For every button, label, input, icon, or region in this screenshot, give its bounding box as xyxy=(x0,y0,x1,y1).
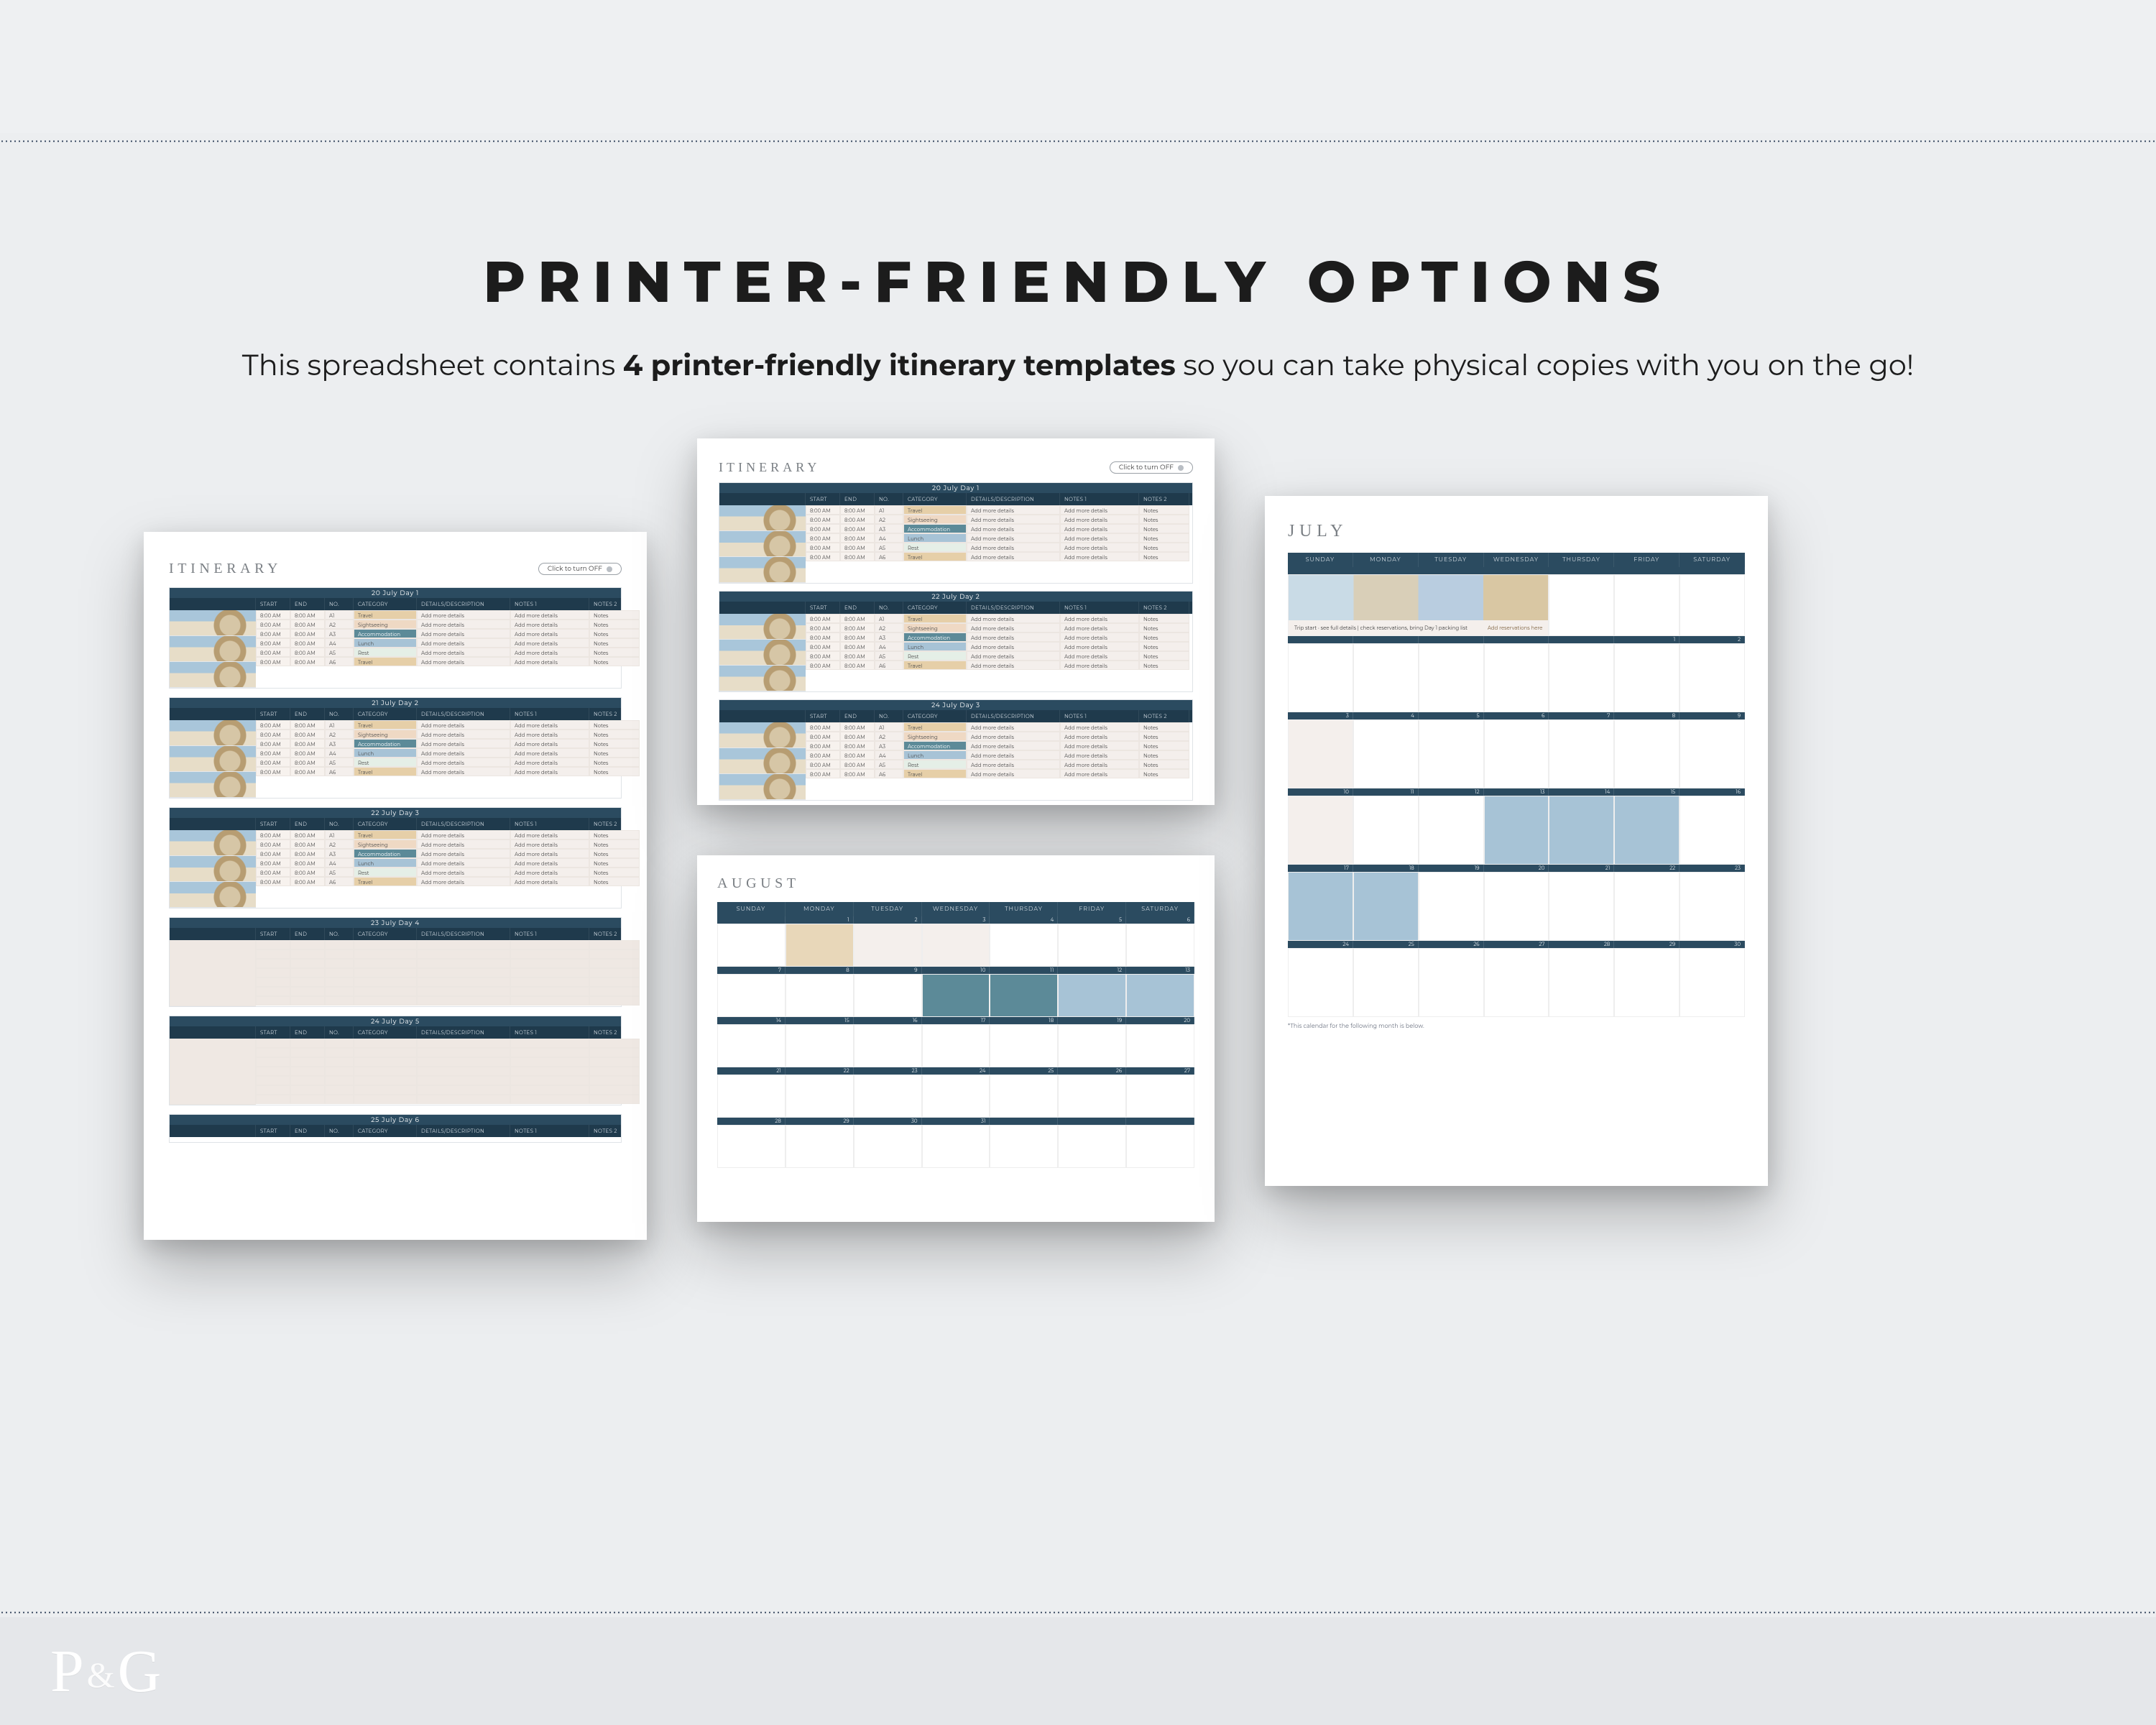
july-hero-row xyxy=(1288,567,1745,574)
itin-block: 22 July Day 3 STARTENDNO.CATEGORYDETAILS… xyxy=(169,807,622,908)
itin-block: 21 July Day 2 STARTENDNO.CATEGORYDETAILS… xyxy=(169,697,622,799)
hero-link[interactable]: Add reservations here xyxy=(1488,625,1543,631)
brand-g: G xyxy=(118,1638,162,1705)
page-calendar-july: JULY SUNDAYMONDAYTUESDAYWEDNESDAYTHURSDA… xyxy=(1265,496,1768,1186)
headline: PRINTER-FRIENDLY OPTIONS xyxy=(0,247,2156,317)
subheadline: This spreadsheet contains 4 printer-frie… xyxy=(0,345,2156,387)
block-cols: STARTENDNO.CATEGORYDETAILS/DESCRIPTIONNO… xyxy=(170,598,621,610)
promo-slide: PRINTER-FRIENDLY OPTIONS This spreadshee… xyxy=(0,0,2156,1725)
block-day: 21 July Day 2 xyxy=(372,699,418,707)
divider-top xyxy=(0,140,2156,142)
subheadline-c: so you can take physical copies with you… xyxy=(1183,348,1914,383)
top-band xyxy=(0,0,2156,133)
divider-bottom xyxy=(0,1611,2156,1614)
hero-caption: Trip start · see full details | check re… xyxy=(1294,625,1468,631)
itin-block: 20 July Day 1 STARTENDNO.CATEGORYDETAILS… xyxy=(719,482,1193,584)
itin-block: 24 July Day 3 STARTENDNO.CATEGORYDETAILS… xyxy=(719,699,1193,801)
itin-block-empty: 23 July Day 4 STARTENDNO.CATEGORYDETAILS… xyxy=(169,917,622,1007)
itin-block: 22 July Day 2 STARTENDNO.CATEGORYDETAILS… xyxy=(719,591,1193,692)
block-day: 22 July Day 3 xyxy=(372,809,420,817)
toggle-pill[interactable]: Click to turn OFF xyxy=(1110,461,1193,474)
calendar-grid-august: 1234567891011121314151617181920212223242… xyxy=(717,916,1194,1168)
subheadline-a: This spreadsheet contains xyxy=(242,348,623,383)
calendar-header: SUNDAYMONDAYTUESDAYWEDNESDAYTHURSDAYFRID… xyxy=(1288,553,1745,567)
block-day: 20 July Day 1 xyxy=(372,589,419,597)
subheadline-b: 4 printer-friendly itinerary templates xyxy=(623,348,1176,383)
page-c-title: AUGUST xyxy=(717,875,1194,892)
page-d-title: JULY xyxy=(1288,522,1745,541)
itin-block-empty: 24 July Day 5 STARTENDNO.CATEGORYDETAILS… xyxy=(169,1016,622,1105)
calendar-header: SUNDAYMONDAYTUESDAYWEDNESDAYTHURSDAYFRID… xyxy=(717,902,1194,916)
itin-block: 20 July Day 1 STARTENDNO.CATEGORYDETAILS… xyxy=(169,587,622,689)
page-a-blocks: 20 July Day 1 STARTENDNO.CATEGORYDETAILS… xyxy=(169,587,622,1143)
brand-logo: P&G xyxy=(50,1637,161,1706)
july-footnote: *This calendar for the following month i… xyxy=(1288,1023,1745,1030)
page-a-title: ITINERARY xyxy=(169,561,282,577)
pages-canvas: ITINERARY Click to turn OFF 20 July Day … xyxy=(0,424,2156,1603)
page-itinerary-landscape: ITINERARY Click to turn OFF 20 July Day … xyxy=(697,438,1215,805)
brand-amp: & xyxy=(87,1655,115,1695)
itin-block-empty: 25 July Day 6 STARTENDNO.CATEGORYDETAILS… xyxy=(169,1114,622,1143)
toggle-label: Click to turn OFF xyxy=(548,565,602,573)
page-itinerary-portrait: ITINERARY Click to turn OFF 20 July Day … xyxy=(144,532,647,1240)
toggle-pill[interactable]: Click to turn OFF xyxy=(538,563,622,575)
toggle-dot-icon xyxy=(1178,465,1184,471)
brand-bar: P&G xyxy=(0,1617,2156,1725)
page-calendar-august: AUGUST SUNDAYMONDAYTUESDAYWEDNESDAYTHURS… xyxy=(697,855,1215,1222)
toggle-dot-icon xyxy=(607,566,612,572)
brand-p: P xyxy=(50,1638,84,1705)
calendar-grid-july: 1234567891011121314151617181920212223242… xyxy=(1288,636,1745,1017)
page-b-title: ITINERARY xyxy=(719,460,820,475)
